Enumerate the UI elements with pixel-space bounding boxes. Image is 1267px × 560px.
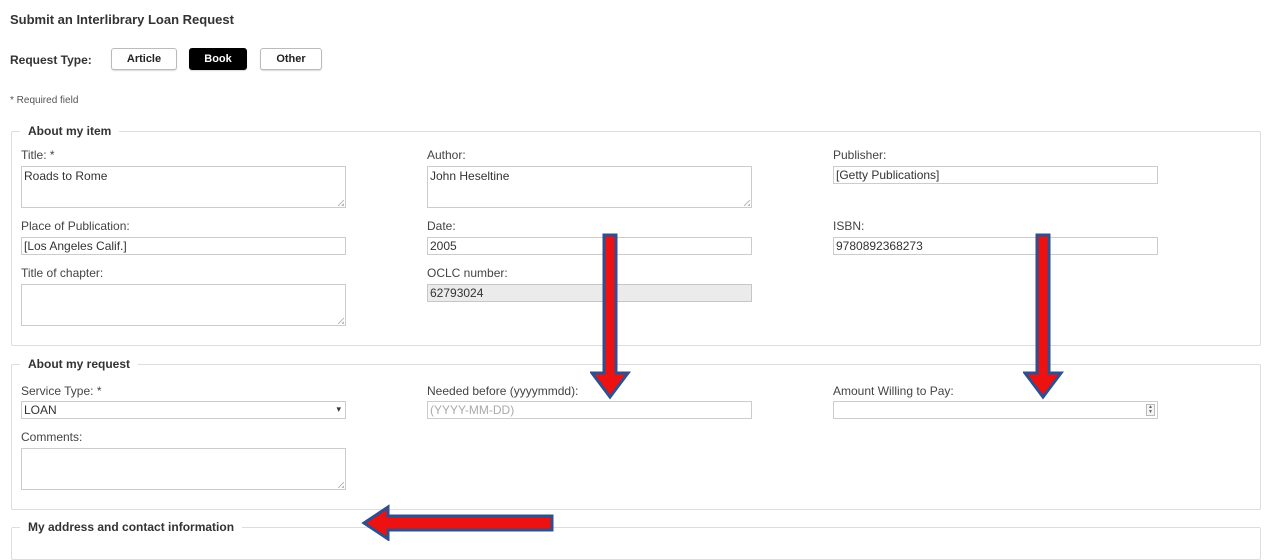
date-label: Date: xyxy=(427,219,456,233)
publisher-label: Publisher: xyxy=(833,148,887,162)
down-arrow-annotation-icon xyxy=(590,233,631,400)
place-of-publication-input[interactable]: [Los Angeles Calif.] xyxy=(21,237,346,255)
service-type-select[interactable]: LOAN ▾ xyxy=(21,401,346,419)
needed-before-input[interactable]: (YYYY-MM-DD) xyxy=(427,401,752,419)
about-my-request-legend: About my request xyxy=(28,357,131,371)
request-type-article-button[interactable]: Article xyxy=(111,48,177,70)
number-spinner-icon[interactable]: ▲ ▼ xyxy=(1146,404,1155,416)
author-textarea[interactable]: John Heseltine xyxy=(427,166,752,208)
resize-grip-icon[interactable] xyxy=(338,482,344,488)
resize-grip-icon[interactable] xyxy=(338,318,344,324)
page-title: Submit an Interlibrary Loan Request xyxy=(10,12,234,27)
title-value: Roads to Rome xyxy=(24,169,108,183)
request-type-other-button[interactable]: Other xyxy=(260,48,322,70)
about-my-item-legend: About my item xyxy=(28,124,112,138)
comments-textarea[interactable] xyxy=(21,448,346,490)
dropdown-arrow-icon[interactable]: ▾ xyxy=(336,402,341,416)
amount-willing-to-pay-label: Amount Willing to Pay: xyxy=(833,384,954,398)
title-textarea[interactable]: Roads to Rome xyxy=(21,166,346,208)
request-type-label: Request Type: xyxy=(10,53,92,67)
resize-grip-icon[interactable] xyxy=(338,200,344,206)
needed-before-label: Needed before (yyyymmdd): xyxy=(427,384,579,398)
service-type-label: Service Type: * xyxy=(21,384,102,398)
required-field-note: * Required field xyxy=(10,95,79,106)
request-type-book-button[interactable]: Book xyxy=(189,48,247,70)
resize-grip-icon[interactable] xyxy=(744,200,750,206)
place-of-publication-label: Place of Publication: xyxy=(21,219,130,233)
comments-label: Comments: xyxy=(21,430,83,444)
service-type-value: LOAN xyxy=(24,403,57,417)
title-of-chapter-label: Title of chapter: xyxy=(21,266,104,280)
author-value: John Heseltine xyxy=(430,169,510,183)
title-label: Title: * xyxy=(21,148,55,162)
isbn-label: ISBN: xyxy=(833,219,865,233)
author-label: Author: xyxy=(427,148,466,162)
oclc-number-label: OCLC number: xyxy=(427,266,508,280)
contact-information-legend: My address and contact information xyxy=(28,520,235,534)
contact-information-section: My address and contact information xyxy=(11,520,1261,560)
down-arrow-annotation-icon xyxy=(1023,233,1064,400)
amount-willing-to-pay-input[interactable]: ▲ ▼ xyxy=(833,401,1158,419)
title-of-chapter-textarea[interactable] xyxy=(21,284,346,326)
isbn-input[interactable]: 9780892368273 xyxy=(833,237,1158,255)
publisher-input[interactable]: [Getty Publications] xyxy=(833,166,1158,184)
left-arrow-annotation-icon xyxy=(361,504,554,541)
